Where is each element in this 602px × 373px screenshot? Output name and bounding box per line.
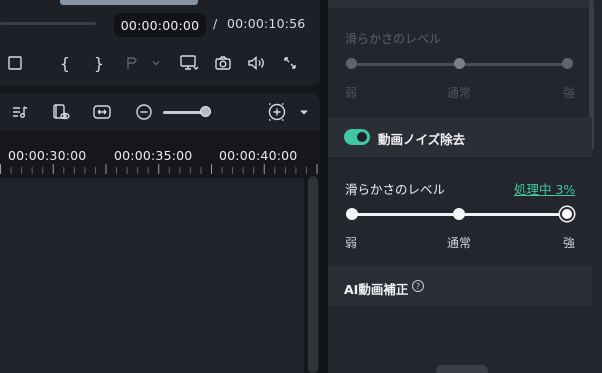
level-label-strong: 強 (563, 236, 576, 250)
slider-handle-strong[interactable] (560, 207, 574, 221)
smoothness-level-label: 滑らかさのレベル (345, 182, 446, 197)
ai-enhance-title: AI動画補正 (344, 282, 409, 297)
timecode-separator: / (213, 16, 218, 31)
stop-button[interactable] (4, 52, 26, 74)
audio-list-icon (13, 106, 28, 118)
fullscreen-icon (284, 57, 296, 69)
video-preview (60, 0, 198, 5)
timeline-menu-dropdown[interactable] (295, 101, 313, 123)
zoom-out-icon (136, 104, 152, 120)
panel-bottom-button[interactable] (436, 365, 488, 373)
display-icon (180, 55, 199, 70)
display-settings-button[interactable] (178, 52, 200, 74)
total-timecode: 00:00:10:56 (227, 16, 306, 31)
timeline-track-area[interactable] (0, 178, 304, 373)
timeline-vertical-scrollbar[interactable] (308, 176, 318, 373)
zoom-in-button[interactable] (266, 101, 288, 123)
mark-out-icon: } (94, 53, 104, 73)
level-label-strong: 強 (563, 86, 576, 100)
fullscreen-button[interactable] (279, 52, 301, 74)
fit-width-icon (93, 105, 111, 119)
marker-button[interactable] (121, 52, 143, 74)
panel-header-strip (328, 0, 592, 8)
zoom-out-button[interactable] (133, 101, 155, 123)
zoom-in-icon (268, 103, 286, 121)
panel-divider[interactable] (320, 0, 328, 373)
volume-button[interactable] (246, 52, 268, 74)
toggle-knob (357, 132, 367, 142)
ruler-ticks (0, 164, 320, 176)
snapshot-button[interactable] (212, 52, 234, 74)
chevron-down-icon (300, 110, 308, 115)
slider-stop-weak (346, 58, 357, 69)
ruler-label: 00:00:30:00 (8, 148, 87, 163)
level-label-normal: 通常 (447, 86, 472, 100)
level-label-weak: 弱 (345, 86, 358, 100)
mark-in-button[interactable]: { (54, 52, 76, 74)
ruler-label: 00:00:40:00 (219, 148, 298, 163)
camera-icon (215, 56, 231, 70)
help-icon[interactable]: ? (412, 280, 424, 292)
marker-icon (127, 57, 137, 69)
smoothness-level-label-disabled: 滑らかさのレベル (345, 32, 442, 46)
slider-stop-strong (562, 58, 573, 69)
noise-removal-title: 動画ノイズ除去 (378, 132, 466, 147)
ruler-label: 00:00:35:00 (114, 148, 193, 163)
chevron-down-icon (152, 61, 160, 66)
clip-preview-button[interactable] (50, 101, 72, 123)
slider-stop-normal[interactable] (453, 208, 465, 220)
slider-stop-weak[interactable] (346, 208, 358, 220)
clip-preview-icon (53, 104, 70, 120)
level-label-normal: 通常 (447, 236, 472, 250)
audio-list-button[interactable] (9, 101, 31, 123)
volume-icon (248, 55, 264, 71)
level-label-weak: 弱 (345, 236, 358, 250)
fit-width-button[interactable] (91, 101, 113, 123)
marker-dropdown[interactable] (145, 52, 167, 74)
mark-in-icon: { (60, 53, 70, 73)
slider-stop-normal (454, 58, 465, 69)
stop-icon (8, 56, 22, 70)
mark-out-button[interactable]: } (88, 52, 110, 74)
zoom-slider-handle[interactable] (200, 106, 211, 117)
processing-status-link[interactable]: 処理中 3% (514, 179, 575, 198)
current-timecode: 00:00:00:00 (114, 13, 206, 37)
playback-scrubber[interactable] (0, 22, 96, 25)
